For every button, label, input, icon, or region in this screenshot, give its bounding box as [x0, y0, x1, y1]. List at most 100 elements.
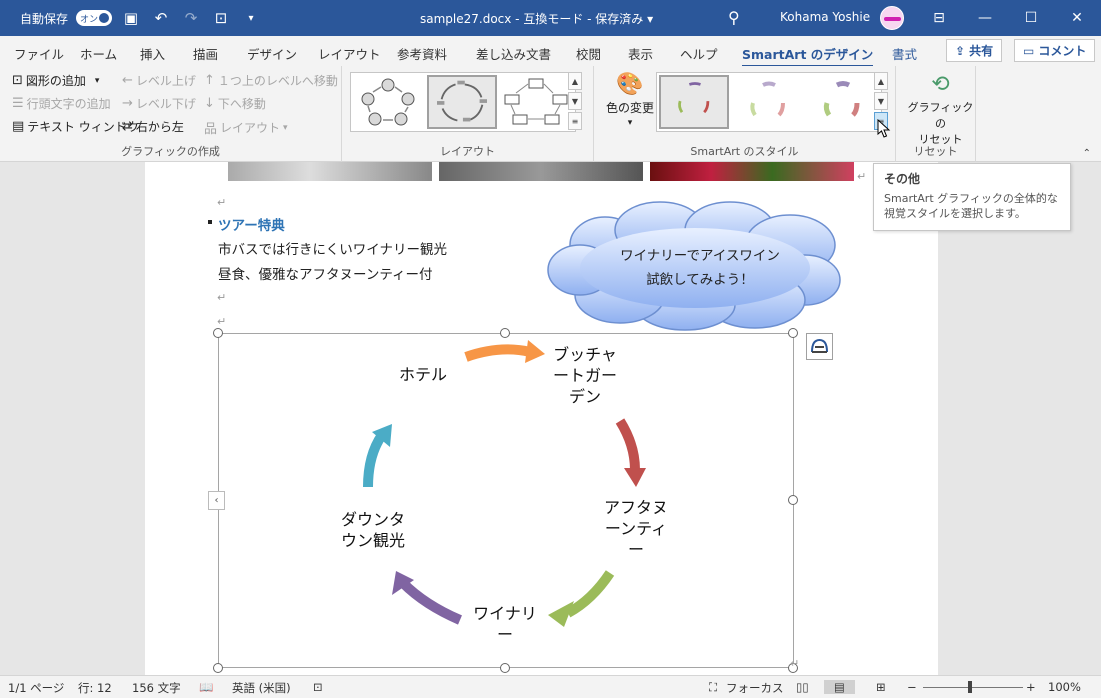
style-simple-thumb[interactable]: [659, 75, 729, 129]
autosave-toggle[interactable]: オン: [76, 10, 113, 26]
tab-insert[interactable]: 挿入: [140, 44, 165, 63]
maximize-icon[interactable]: ☐: [1008, 0, 1054, 36]
style-gallery-scroll-down[interactable]: ▼: [874, 92, 888, 110]
tab-references[interactable]: 参考資料: [397, 44, 447, 63]
paragraph-mark: ↵: [217, 315, 227, 328]
demote-button[interactable]: → レベル下げ: [122, 95, 196, 112]
user-name[interactable]: Kohama Yoshie: [780, 10, 870, 24]
group-label: SmartArt のスタイル: [690, 145, 799, 158]
line-number[interactable]: 行: 12: [78, 680, 112, 696]
tab-view[interactable]: 表示: [628, 44, 653, 63]
reset-graphic-button[interactable]: ⟲ グラフィックの リセット: [906, 72, 975, 147]
tab-home[interactable]: ホーム: [80, 44, 117, 63]
chevron-down-icon: ▾: [627, 118, 633, 128]
add-bullet-button[interactable]: ☰ 行頭文字の追加: [12, 95, 111, 112]
redo-icon[interactable]: ↷: [180, 7, 202, 29]
focus-mode[interactable]: フォーカス: [726, 680, 784, 696]
collapse-ribbon-icon[interactable]: ⌃: [1083, 148, 1091, 159]
gallery-scroll-down[interactable]: ▼: [568, 92, 582, 110]
move-up-button[interactable]: ↑ １つ上のレベルへ移動: [204, 72, 338, 89]
tab-review[interactable]: 校閲: [576, 44, 601, 63]
right-to-left-button[interactable]: ⇄ 右から左: [122, 118, 184, 135]
layout-block-cycle-thumb[interactable]: [501, 75, 571, 129]
more-tooltip: その他 SmartArt グラフィックの全体的な視覚スタイルを選択します。: [873, 163, 1071, 231]
photo-street[interactable]: [228, 162, 432, 181]
text-pane-button[interactable]: ▤ テキスト ウィンドウ: [12, 118, 139, 135]
page-count[interactable]: 1/1 ページ: [8, 680, 64, 696]
zoom-slider-thumb[interactable]: [968, 681, 972, 693]
layout-options-button[interactable]: [806, 333, 833, 360]
document-title[interactable]: sample27.docx - 互換モード - 保存済み ▾: [420, 10, 653, 27]
resize-handle[interactable]: [213, 328, 223, 338]
smartart-node-afternoon-tea[interactable]: アフタヌ ーンティ ー: [591, 497, 681, 560]
customize-qat-icon[interactable]: ▾: [240, 7, 262, 29]
paragraph-mark: ↵: [217, 196, 227, 209]
text-pane-toggle[interactable]: ‹: [208, 491, 225, 510]
layout-options-icon: [811, 338, 828, 353]
body-line-2[interactable]: 昼食、優雅なアフタヌーンティー付: [218, 263, 433, 283]
print-layout-icon[interactable]: ▤: [824, 680, 855, 694]
photo-flowers[interactable]: [650, 162, 854, 181]
style-gallery-scroll-up[interactable]: ▲: [874, 72, 888, 90]
style-moderate-thumb[interactable]: [733, 75, 803, 129]
ribbon: ⊡ 図形の追加 ▾ ☰ 行頭文字の追加 ▤ テキスト ウィンドウ ← レベル上げ → レベル…: [0, 66, 1101, 162]
zoom-level[interactable]: 100%: [1048, 680, 1081, 694]
smartart-node-winery[interactable]: ワイナリ ー: [460, 603, 550, 645]
read-mode-icon[interactable]: ▯▯: [796, 680, 809, 694]
undo-icon[interactable]: ↶: [150, 7, 172, 29]
tab-smartart-design[interactable]: SmartArt のデザイン: [742, 44, 874, 67]
layout-text-cycle-thumb[interactable]: [427, 75, 497, 129]
arrow-right-icon: →: [122, 96, 133, 111]
gallery-more-button[interactable]: ≡: [568, 112, 582, 130]
layout-basic-cycle-thumb[interactable]: [353, 75, 423, 129]
zoom-in-icon[interactable]: +: [1026, 680, 1036, 694]
smartart-node-butchart-gardens[interactable]: ブッチャ ートガー デン: [540, 344, 630, 407]
resize-handle[interactable]: [213, 663, 223, 673]
resize-handle[interactable]: [788, 495, 798, 505]
smartart-node-hotel[interactable]: ホテル: [378, 364, 468, 385]
tab-help[interactable]: ヘルプ: [680, 44, 718, 63]
callout-text[interactable]: ワイナリーでアイスワイン 試飲してみよう！: [590, 244, 810, 292]
style-intense-thumb[interactable]: [807, 75, 877, 129]
close-icon[interactable]: ✕: [1054, 0, 1100, 36]
share-button[interactable]: ⇪ 共有: [946, 39, 1003, 62]
tab-draw[interactable]: 描画: [193, 44, 218, 63]
tour-heading[interactable]: ツアー特典: [218, 214, 285, 234]
tab-mailings[interactable]: 差し込み文書: [476, 44, 551, 63]
macro-record-icon[interactable]: ⊡: [313, 680, 323, 694]
save-icon[interactable]: ▣: [120, 7, 142, 29]
comment-button[interactable]: ▭ コメント: [1014, 39, 1096, 62]
change-colors-button[interactable]: 🎨 色の変更 ▾: [602, 72, 658, 128]
search-icon[interactable]: ⚲: [728, 8, 740, 27]
tab-design[interactable]: デザイン: [247, 44, 297, 63]
touch-mode-icon[interactable]: ⊡: [210, 7, 232, 29]
title-bar: 自動保存 オン ▣ ↶ ↷ ⊡ ▾ sample27.docx - 互換モード …: [0, 0, 1101, 36]
proofing-icon[interactable]: 📖: [199, 680, 213, 694]
photo-fountain[interactable]: [439, 162, 643, 181]
add-shape-button[interactable]: ⊡ 図形の追加 ▾: [12, 72, 99, 89]
word-count[interactable]: 156 文字: [132, 680, 181, 696]
tab-layout[interactable]: レイアウト: [318, 44, 381, 63]
style-gallery: [656, 72, 882, 132]
resize-handle[interactable]: [788, 328, 798, 338]
resize-handle[interactable]: [500, 663, 510, 673]
web-layout-icon[interactable]: ⊞: [876, 680, 886, 694]
layout-button[interactable]: 品レイアウト ▾: [204, 118, 288, 137]
arrow-down-icon: ↓: [204, 96, 215, 111]
tab-file[interactable]: ファイル: [14, 44, 64, 63]
add-shape-icon: ⊡: [12, 73, 23, 88]
promote-button[interactable]: ← レベル上げ: [122, 72, 196, 89]
body-line-1[interactable]: 市バスでは行きにくいワイナリー観光: [218, 238, 447, 258]
language[interactable]: 英語 (米国): [232, 680, 291, 696]
zoom-out-icon[interactable]: −: [907, 680, 917, 694]
move-down-button[interactable]: ↓ 下へ移動: [204, 95, 266, 112]
tab-format[interactable]: 書式: [892, 44, 917, 63]
avatar[interactable]: [880, 6, 904, 30]
ribbon-display-icon[interactable]: ⊟: [916, 0, 962, 36]
gallery-scroll-up[interactable]: ▲: [568, 72, 582, 90]
zoom-slider[interactable]: [923, 687, 1023, 688]
focus-mode-icon[interactable]: ⛶: [709, 680, 717, 695]
smartart-node-downtown[interactable]: ダウンタ ウン観光: [328, 509, 418, 551]
chevron-down-icon: ▾: [94, 75, 100, 86]
minimize-icon[interactable]: —: [962, 0, 1008, 36]
